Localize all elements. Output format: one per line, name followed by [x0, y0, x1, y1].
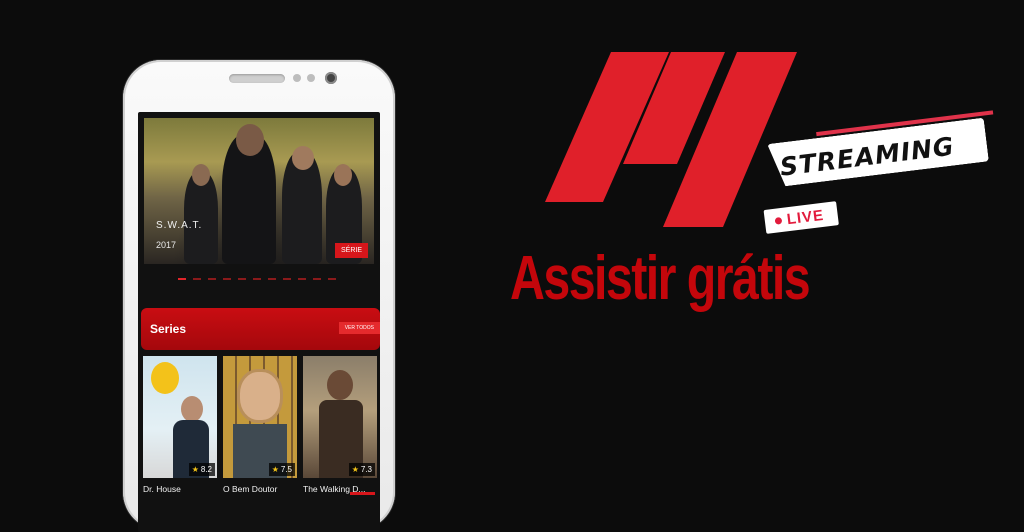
hero-badge[interactable]: SÉRIE [334, 243, 368, 258]
section-title: Series [150, 322, 187, 336]
phone-camera [325, 72, 337, 84]
scroll-indicator [350, 492, 375, 495]
hero-title: S.W.A.T. [156, 220, 203, 231]
hero-face [292, 146, 314, 170]
rating-badge: ★ 8.2 [188, 463, 215, 476]
carousel-dot[interactable] [313, 278, 321, 280]
star-icon: ★ [191, 465, 199, 474]
phone-sensor [307, 74, 315, 82]
carousel-dot[interactable] [283, 278, 291, 280]
star-icon: ★ [271, 465, 279, 474]
see-all-button[interactable]: VER TODOS [338, 322, 380, 334]
carousel-dot[interactable] [268, 278, 276, 280]
hero-face [192, 164, 210, 186]
series-section-header: Series VER TODOS [141, 308, 380, 350]
carousel-dot[interactable] [298, 278, 306, 280]
carousel-dot[interactable] [223, 278, 231, 280]
poster-face [240, 372, 280, 420]
series-card[interactable]: ★ 7.3 [303, 356, 377, 478]
hero-year: 2017 [156, 240, 177, 250]
rating-value: 8.2 [200, 465, 212, 474]
series-card[interactable]: ★ 7.5 [223, 356, 297, 478]
series-card[interactable]: ★ 8.2 [143, 356, 217, 478]
card-title[interactable]: Dr. House [143, 484, 181, 494]
star-icon: ★ [351, 465, 359, 474]
rating-value: 7.3 [360, 465, 372, 474]
rating-badge: ★ 7.3 [348, 463, 375, 476]
poster-face [327, 370, 353, 400]
dot-icon [774, 216, 783, 225]
phone-sensor [293, 74, 301, 82]
hero-face [334, 164, 352, 186]
balloon-art [151, 362, 179, 394]
hero-face [236, 124, 264, 156]
carousel-dot[interactable] [328, 278, 336, 280]
carousel-indicators [178, 278, 336, 280]
phone-speaker [229, 74, 285, 83]
carousel-dot[interactable] [178, 278, 186, 280]
hero-banner[interactable]: S.W.A.T. 2017 SÉRIE [144, 118, 374, 264]
streaming-text: STREAMING [778, 131, 956, 182]
poster-face [181, 396, 203, 422]
carousel-dot[interactable] [253, 278, 261, 280]
carousel-dot[interactable] [238, 278, 246, 280]
tagline: Assistir grátis [510, 244, 811, 313]
rating-value: 7.5 [280, 465, 292, 474]
carousel-dot[interactable] [208, 278, 216, 280]
card-title[interactable]: O Bem Doutor [223, 484, 277, 494]
app-screen: S.W.A.T. 2017 SÉRIE Series VER TODOS ★ 8.… [138, 112, 380, 532]
live-text: LIVE [785, 206, 825, 228]
carousel-dot[interactable] [193, 278, 201, 280]
rating-badge: ★ 7.5 [268, 463, 295, 476]
phone-mockup: S.W.A.T. 2017 SÉRIE Series VER TODOS ★ 8.… [123, 60, 395, 532]
